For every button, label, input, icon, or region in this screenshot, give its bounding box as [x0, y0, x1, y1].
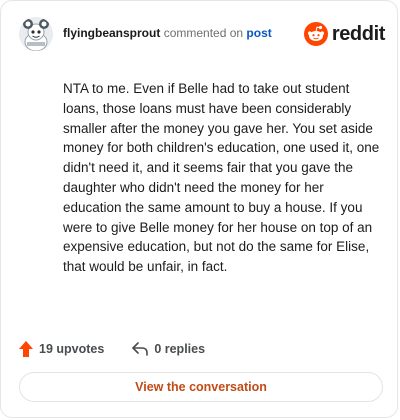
- upvote-arrow-icon: [19, 341, 33, 357]
- upvote-stat[interactable]: 19 upvotes: [19, 341, 104, 357]
- reply-count: 0 replies: [154, 342, 206, 356]
- comment-header: flyingbeansprout commented on post reddi…: [19, 17, 385, 53]
- reply-stat[interactable]: 0 replies: [132, 342, 205, 356]
- comment-text: NTA to me. Even if Belle had to take out…: [63, 81, 380, 275]
- embedded-comment-card: flyingbeansprout commented on post reddi…: [0, 0, 398, 418]
- reddit-logo[interactable]: reddit: [303, 21, 386, 47]
- username-link[interactable]: flyingbeansprout: [63, 26, 160, 40]
- comment-meta: flyingbeansprout commented on post: [63, 26, 272, 40]
- post-link[interactable]: post: [246, 26, 271, 40]
- snoo-avatar-icon[interactable]: [19, 17, 53, 51]
- reddit-alien-icon: [303, 22, 328, 46]
- view-conversation-button[interactable]: View the conversation: [19, 372, 383, 402]
- reply-arrow-icon: [132, 342, 149, 356]
- upvote-count: 19 upvotes: [39, 342, 105, 356]
- comment-action-text: commented on: [163, 26, 244, 40]
- reddit-wordmark: reddit: [331, 22, 386, 45]
- comment-stats: 19 upvotes 0 replies: [19, 339, 205, 359]
